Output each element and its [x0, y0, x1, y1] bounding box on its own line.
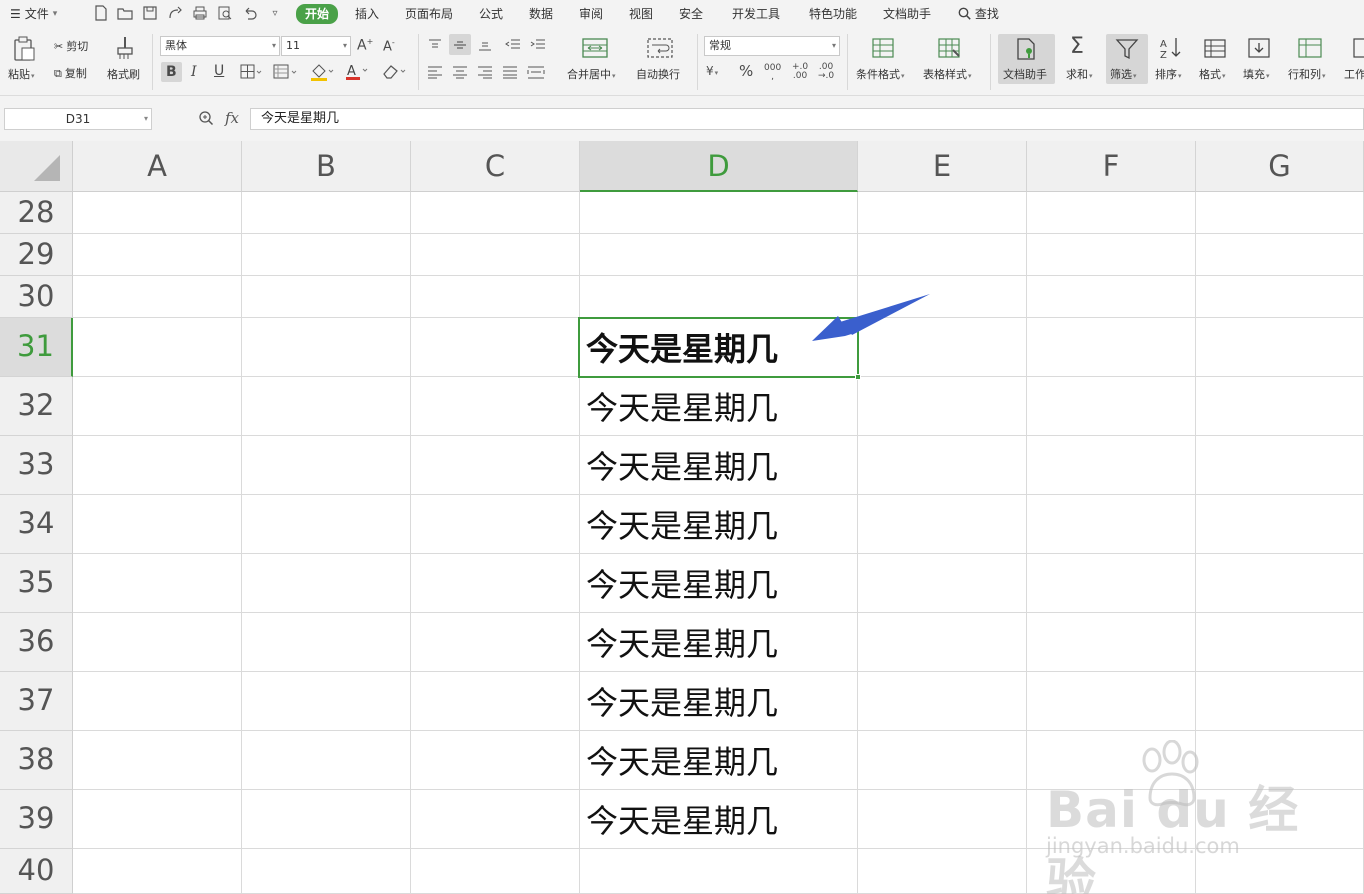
watermark-brand: Bai du 经验 [1046, 781, 1300, 894]
watermark-url: jingyan.baidu.com [1046, 834, 1240, 858]
watermark: Bai du 经验 jingyan.baidu.com [1040, 740, 1300, 894]
